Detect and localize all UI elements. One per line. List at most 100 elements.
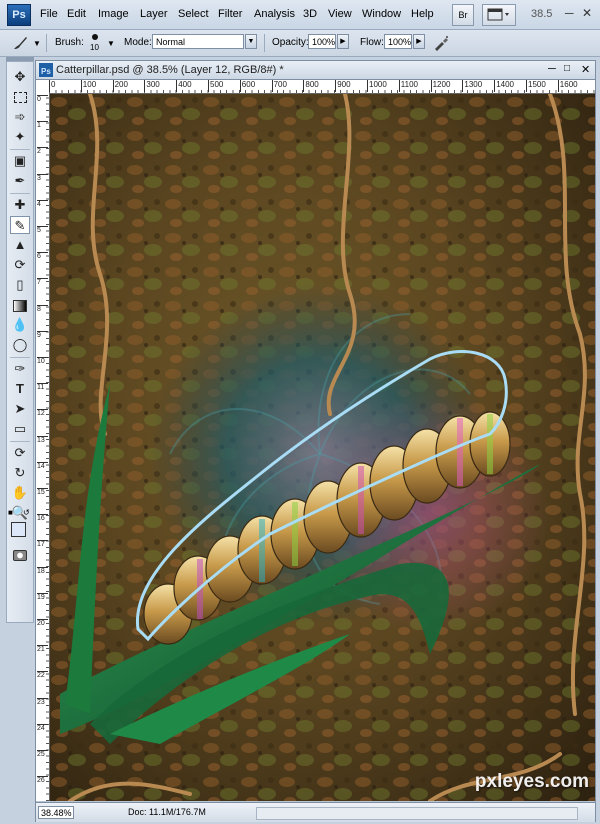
separator — [46, 34, 47, 52]
watermark: pxleyes.com — [474, 771, 589, 792]
ruler-tick-label: 600 — [239, 80, 255, 92]
gradient-tool-icon[interactable] — [10, 296, 30, 314]
brush-picker-dropdown[interactable]: ▼ — [107, 39, 115, 48]
3d-orbit-tool-icon[interactable]: ↻ — [10, 464, 30, 482]
ruler-tick-label: 14 — [37, 461, 48, 471]
menu-view[interactable]: View — [328, 8, 352, 20]
swap-colors-icon[interactable]: ↺ — [23, 508, 30, 517]
ruler-tick-label: 17 — [37, 540, 48, 549]
opacity-field[interactable]: 100% — [308, 34, 336, 49]
zoom-field[interactable]: 38.48% — [38, 806, 74, 819]
ruler-tick-label: 25 — [37, 750, 48, 759]
ruler-tick-label: 1100 — [398, 80, 418, 92]
minimize-icon[interactable]: ─ — [565, 6, 574, 20]
magic-wand-tool-icon[interactable]: ✦ — [10, 128, 30, 146]
airbrush-icon[interactable] — [432, 34, 450, 52]
ruler-tick-label: 1500 — [526, 80, 546, 92]
brush-size-value: 10 — [90, 43, 99, 52]
type-tool-icon[interactable]: T — [10, 380, 30, 398]
menu-3d[interactable]: 3D — [303, 8, 317, 20]
lasso-tool-icon[interactable]: ➾ — [10, 108, 30, 126]
document-tab[interactable]: Ps Catterpillar.psd @ 38.5% (Layer 12, R… — [36, 61, 595, 80]
brush-tool-icon — [14, 37, 27, 49]
shape-tool-icon[interactable]: ▭ — [10, 420, 30, 438]
mode-label: Mode: — [124, 37, 152, 48]
screen-mode-button[interactable] — [482, 4, 516, 26]
menu-image[interactable]: Image — [98, 8, 129, 20]
document-size-info[interactable]: Doc: 11.1M/176.7M — [128, 807, 206, 817]
dodge-tool-icon[interactable]: ◯ — [10, 336, 30, 354]
flow-slider-arrow[interactable]: ▶ — [413, 34, 425, 49]
clone-stamp-tool-icon[interactable]: ▲ — [10, 236, 30, 254]
vertical-ruler: 0 1 2 3 4 5 6 7 8 9 10 11 12 13 14 15 16 17 18 19 20 21 22 23 24… — [36, 93, 50, 801]
horizontal-scrollbar[interactable] — [256, 807, 578, 820]
menu-edit[interactable]: Edit — [67, 8, 86, 20]
ruler-tick-label: 12 — [37, 409, 48, 418]
horizontal-ruler: 0 100 200 300 400 500 600 700 800 900 1000 1100 1200… — [49, 80, 595, 94]
ruler-origin[interactable] — [36, 80, 50, 94]
hand-tool-icon[interactable]: ✋ — [10, 484, 30, 502]
ruler-tick-label: 22 — [37, 671, 48, 680]
move-tool-icon[interactable]: ✥ — [10, 68, 30, 86]
ruler-tick-label: 3 — [37, 173, 48, 183]
ruler-tick-label: 23 — [37, 697, 48, 707]
blur-tool-icon[interactable]: 💧 — [10, 316, 30, 334]
ruler-tick-label: 1300 — [462, 80, 482, 92]
brush-tool-icon[interactable]: ✎ — [10, 216, 30, 234]
canvas[interactable]: pxleyes.com — [50, 94, 595, 801]
ruler-tick-label: 20 — [37, 619, 48, 628]
ruler-tick-label: 1000 — [367, 80, 387, 92]
menu-window[interactable]: Window — [362, 8, 401, 20]
ruler-tick-label: 18 — [37, 566, 48, 576]
bridge-button[interactable]: Br — [452, 4, 474, 26]
path-selection-tool-icon[interactable]: ➤ — [10, 400, 30, 418]
document-title: Catterpillar.psd @ 38.5% (Layer 12, RGB/… — [56, 64, 284, 76]
close-icon[interactable]: ✕ — [582, 6, 592, 20]
ruler-tick-label: 200 — [112, 80, 128, 92]
history-brush-tool-icon[interactable]: ⟳ — [10, 256, 30, 274]
3d-rotate-tool-icon[interactable]: ⟳ — [10, 444, 30, 462]
separator — [264, 34, 265, 52]
mode-select[interactable]: Normal — [152, 34, 244, 49]
flow-field[interactable]: 100% — [384, 34, 412, 49]
ruler-tick-label: 16 — [37, 514, 48, 523]
opacity-label: Opacity: — [272, 37, 309, 48]
menu-select[interactable]: Select — [178, 8, 209, 20]
ruler-tick-label: 8 — [37, 304, 48, 314]
menu-file[interactable]: File — [40, 8, 58, 20]
quick-mask-icon[interactable] — [10, 546, 30, 564]
eraser-tool-icon[interactable]: ▯ — [10, 276, 30, 294]
marquee-tool-icon[interactable] — [10, 88, 30, 106]
ruler-tick-label: 1600 — [557, 80, 578, 92]
crop-tool-icon[interactable]: ▣ — [10, 152, 30, 170]
ruler-tick-label: 4 — [37, 199, 48, 209]
tools-panel: ✥ ➾ ✦ ▣ ✒ ✚ ✎ ▲ ⟳ ▯ 💧 ◯ ✑ T ➤ ▭ ⟳ ↻ ✋ 🔍 … — [0, 57, 34, 824]
menu-filter[interactable]: Filter — [218, 8, 242, 20]
document-icon: Ps — [39, 63, 53, 77]
document-window: Ps Catterpillar.psd @ 38.5% (Layer 12, R… — [35, 60, 596, 822]
mode-dropdown-arrow[interactable]: ▼ — [245, 34, 257, 49]
opacity-slider-arrow[interactable]: ▶ — [337, 34, 349, 49]
doc-maximize-icon[interactable]: □ — [564, 63, 570, 74]
healing-brush-tool-icon[interactable]: ✚ — [10, 196, 30, 214]
menu-help[interactable]: Help — [411, 8, 434, 20]
ruler-tick-label: 900 — [335, 80, 351, 92]
ruler-tick-label: 400 — [176, 80, 192, 92]
tool-preset-dropdown[interactable]: ▼ — [33, 39, 41, 48]
menu-layer[interactable]: Layer — [140, 8, 168, 20]
foreground-color-swatch[interactable] — [11, 522, 26, 537]
eyedropper-tool-icon[interactable]: ✒ — [10, 172, 30, 190]
pen-tool-icon[interactable]: ✑ — [10, 360, 30, 378]
menu-analysis[interactable]: Analysis — [254, 8, 295, 20]
default-colors-icon[interactable]: ■ — [8, 508, 13, 517]
ruler-tick-label: 0 — [37, 95, 48, 104]
ruler-tick-label: 0 — [49, 80, 55, 92]
doc-minimize-icon[interactable]: ─ — [548, 63, 556, 75]
flow-label: Flow: — [360, 37, 384, 48]
brush-label: Brush: — [55, 37, 84, 48]
tool-divider — [10, 441, 30, 442]
ruler-tick-label: 19 — [37, 592, 48, 602]
zoom-level-readout[interactable]: 38.5 — [531, 8, 552, 20]
toolbox: ✥ ➾ ✦ ▣ ✒ ✚ ✎ ▲ ⟳ ▯ 💧 ◯ ✑ T ➤ ▭ ⟳ ↻ ✋ 🔍 … — [6, 61, 34, 623]
doc-close-icon[interactable]: ✕ — [581, 63, 590, 76]
